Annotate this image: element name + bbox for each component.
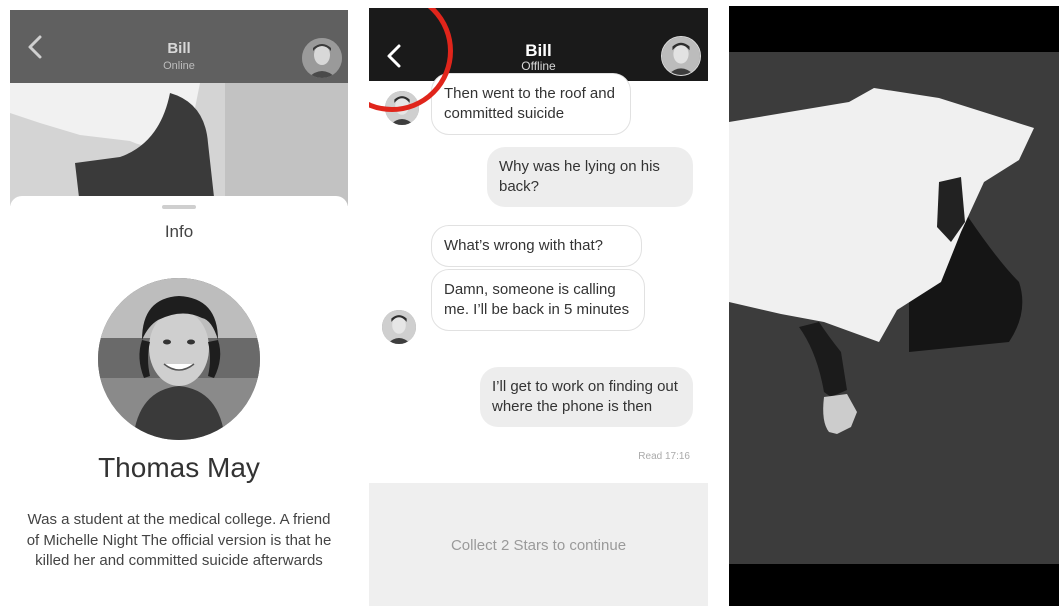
sender-avatar (385, 91, 419, 125)
screenshot-collage: Bill Online Info Thomas May Was a studen… (0, 0, 1060, 606)
chat-status: Offline (521, 59, 556, 73)
profile-name: Thomas May (98, 452, 260, 483)
evidence-photo (729, 52, 1059, 564)
message-bubble-outgoing: I’ll get to work on finding out where th… (480, 367, 693, 427)
contact-info-screen: Bill Online Info Thomas May Was a studen… (10, 10, 348, 606)
chat-header: Bill Offline (369, 8, 708, 81)
chat-screen: Bill Offline Then went to the roof and c… (369, 8, 708, 606)
chat-title: Bill (525, 41, 552, 60)
message-list: Then went to the roof and committed suic… (369, 73, 708, 483)
contact-avatar[interactable] (302, 38, 342, 78)
profile-bio: Was a student at the medical college. A … (26, 511, 332, 569)
profile-portrait (98, 278, 260, 440)
chat-title: Bill (167, 40, 191, 57)
sheet-drag-handle[interactable] (162, 205, 196, 209)
message-bubble-incoming: Damn, someone is calling me. I’ll be bac… (431, 269, 645, 331)
info-heading: Info (164, 222, 194, 241)
sender-avatar (382, 310, 416, 344)
photo-viewer (729, 6, 1059, 606)
message-bubble-incoming: Then went to the roof and committed suic… (431, 73, 631, 135)
message-bubble-incoming: What’s wrong with that? (431, 225, 642, 267)
chat-header: Bill Online (10, 10, 348, 83)
info-sheet: Info Thomas May Was a student at the med… (10, 196, 348, 606)
chat-status: Online (163, 60, 195, 72)
background-photo (10, 83, 348, 206)
contact-avatar[interactable] (661, 36, 701, 76)
continue-footer[interactable]: Collect 2 Stars to continue (369, 483, 708, 606)
read-receipt: Read 17:16 (638, 451, 690, 462)
collect-stars-label: Collect 2 Stars to continue (450, 537, 627, 554)
message-bubble-outgoing: Why was he lying on his back? (487, 147, 693, 207)
